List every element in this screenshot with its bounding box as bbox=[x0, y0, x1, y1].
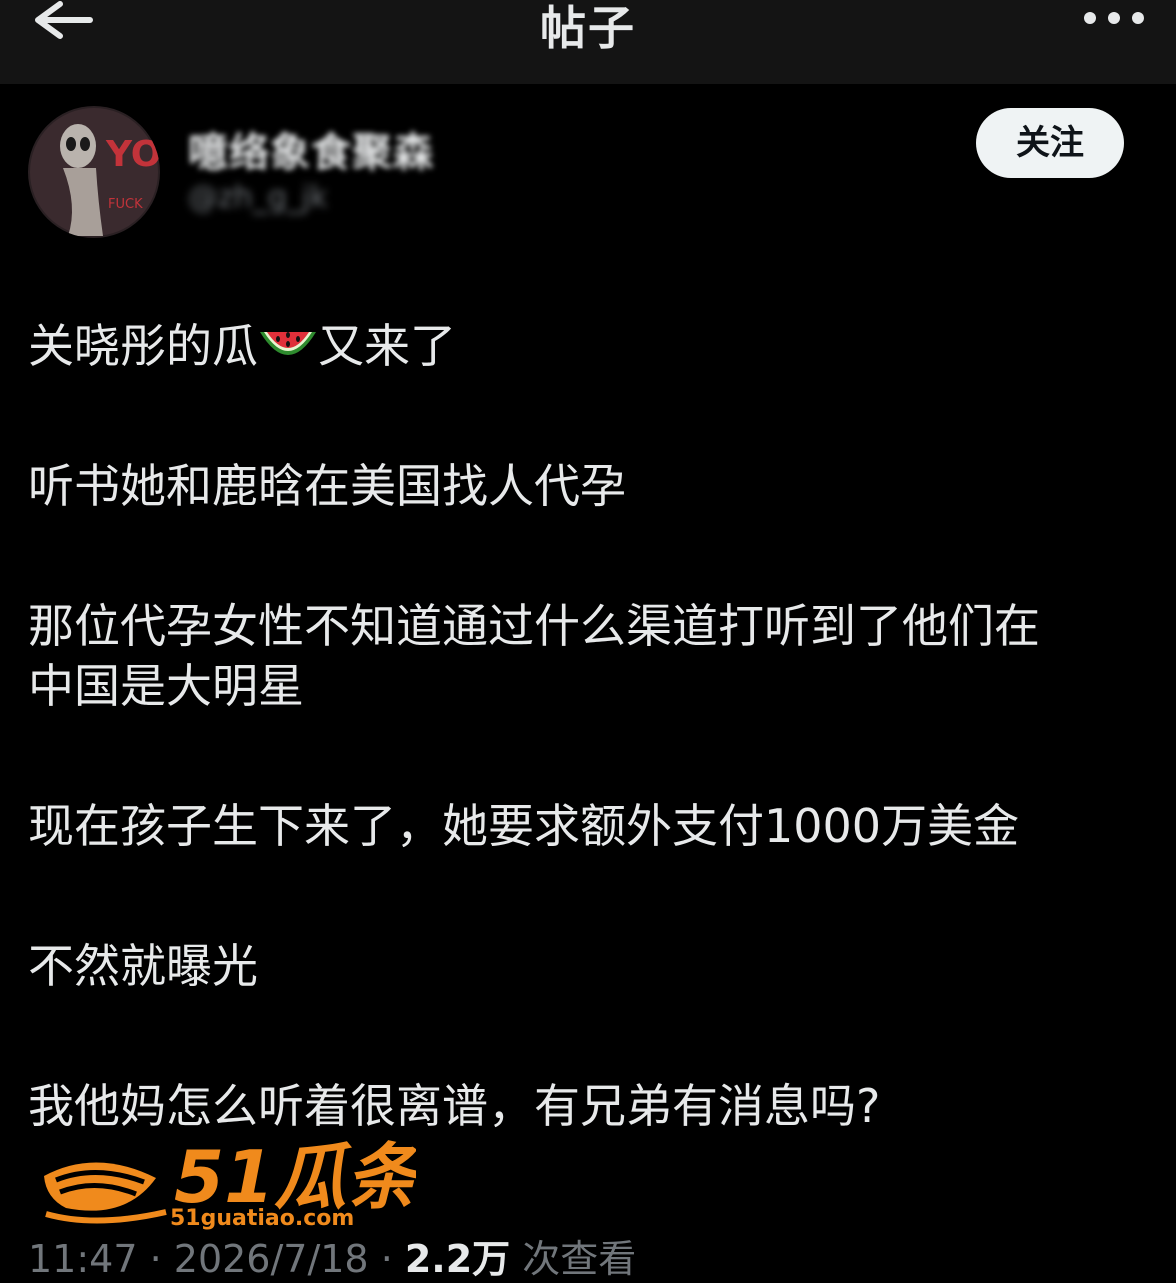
post-paragraph: 关晓彤的瓜 又来了 bbox=[28, 316, 1158, 376]
follow-label: 关注 bbox=[1016, 123, 1084, 163]
follow-button[interactable]: 关注 bbox=[976, 108, 1124, 178]
page-title: 帖子 bbox=[540, 1, 636, 55]
top-bar: 帖子 bbox=[0, 0, 1176, 84]
separator: · bbox=[137, 1237, 174, 1281]
post-paragraph: 不然就曝光 bbox=[28, 939, 258, 993]
avatar-text: YOU bbox=[105, 134, 160, 175]
post-body: 关晓彤的瓜 又来了 听书她和鹿晗在美国找人代孕 那位代孕女性不知道通过什么渠道打… bbox=[28, 316, 1158, 1216]
post-time: 11:47 bbox=[28, 1237, 138, 1281]
svg-text:FUCK: FUCK bbox=[108, 197, 143, 212]
post-text: 又来了 bbox=[318, 319, 456, 373]
post-paragraph: 那位代孕女性不知道通过什么渠道打听到了他们在 中国是大明星 bbox=[28, 596, 1158, 716]
post-paragraph: 现在孩子生下来了，她要求额外支付1000万美金 bbox=[28, 799, 1020, 853]
post-text: 中国是大明星 bbox=[28, 659, 304, 713]
post-text: 关晓彤的瓜 bbox=[28, 319, 258, 373]
author-handle[interactable]: @zh_g_jk bbox=[188, 180, 328, 215]
view-count: 2.2万 bbox=[404, 1237, 511, 1281]
author-display-name[interactable]: 噫络象食聚森 bbox=[188, 120, 434, 178]
view-count-label: 次查看 bbox=[510, 1237, 637, 1281]
post-meta: 11:47 · 2026/7/18 · 2.2万 次查看 bbox=[28, 1228, 636, 1283]
post-date: 2026/7/18 bbox=[173, 1237, 369, 1281]
watermelon-icon bbox=[260, 332, 316, 355]
post-paragraph: 我他妈怎么听着很离谱，有兄弟有消息吗? bbox=[28, 1079, 881, 1133]
post-text: 那位代孕女性不知道通过什么渠道打听到了他们在 bbox=[28, 599, 1040, 653]
post-paragraph: 听书她和鹿晗在美国找人代孕 bbox=[28, 459, 626, 513]
more-options-icon[interactable] bbox=[1082, 2, 1146, 36]
separator: · bbox=[368, 1237, 405, 1281]
avatar[interactable]: YOU FUCK bbox=[28, 106, 160, 238]
